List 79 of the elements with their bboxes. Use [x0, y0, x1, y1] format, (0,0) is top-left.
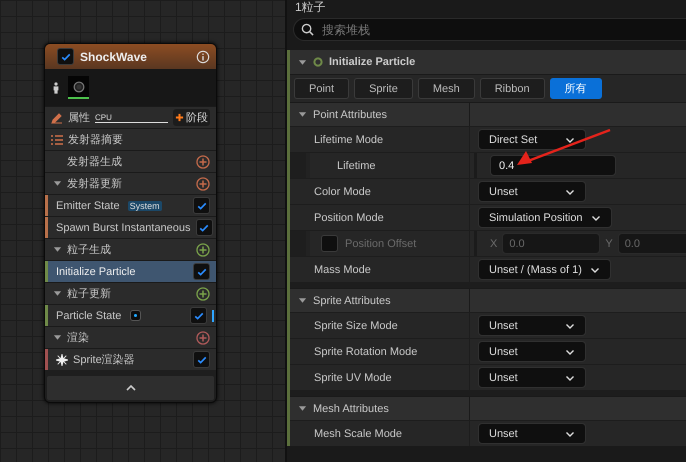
collapse-arrow-icon[interactable]	[53, 245, 62, 254]
mode-dropdown[interactable]: Direct Set	[478, 129, 586, 150]
sim-target-label: CPU	[95, 112, 168, 122]
collapse-arrow-icon[interactable]	[298, 296, 307, 305]
filter-tab[interactable]: Mesh	[418, 78, 475, 99]
checkbox[interactable]	[193, 263, 210, 280]
checkbox[interactable]	[196, 219, 213, 236]
section-title[interactable]: Point Attributes	[313, 108, 387, 120]
emitter-node[interactable]: ShockWave 属性 CPU 阶段 发射器摘要 发射器生成 发射器更新 Emitter State System Spawn Burst Instantaneous 粒子生成 Initialize Particle 粒子更新 Particle State 渲染 Sprite渲染器	[44, 43, 217, 403]
module-item[interactable]: Emitter State System	[45, 194, 216, 216]
mode-dropdown[interactable]: Unset / (Mass of 1)	[478, 259, 611, 280]
section-title[interactable]: Sprite Attributes	[313, 294, 391, 306]
property-label: Mass Mode	[314, 264, 371, 276]
collapse-arrow-icon[interactable]	[53, 289, 62, 298]
filter-tab[interactable]: Sprite	[354, 78, 413, 99]
add-icon[interactable]	[196, 154, 210, 168]
checkbox[interactable]	[190, 307, 207, 324]
filter-tab[interactable]: Ribbon	[480, 78, 545, 99]
add-icon[interactable]	[196, 286, 210, 300]
checkbox[interactable]	[193, 351, 210, 368]
checkbox[interactable]	[57, 48, 74, 65]
info-icon[interactable]	[196, 50, 210, 64]
chevron-up-icon	[126, 385, 136, 391]
module-label: Particle State	[56, 310, 122, 322]
collapse-arrow-icon[interactable]	[53, 179, 62, 188]
add-icon[interactable]	[196, 330, 210, 344]
checkbox[interactable]	[193, 197, 210, 214]
ring-icon	[313, 57, 323, 67]
add-stage-button[interactable]: 阶段	[173, 109, 210, 126]
property-label: Position Mode	[314, 212, 384, 224]
mode-dropdown[interactable]: Unset	[478, 315, 586, 336]
plus-icon	[175, 113, 184, 122]
module-item[interactable]: Spawn Burst Instantaneous	[45, 216, 216, 238]
panel-title: 1粒子	[294, 0, 327, 16]
axis-label: Y	[605, 238, 613, 250]
module-label: Emitter State	[56, 200, 120, 212]
pencil-icon	[51, 112, 63, 124]
property-label: Mesh Scale Mode	[314, 428, 402, 440]
filter-tab[interactable]: 所有	[550, 78, 602, 99]
add-icon[interactable]	[196, 242, 210, 256]
collapse-arrow-icon[interactable]	[53, 333, 62, 342]
collapse-arrow-icon[interactable]	[298, 110, 307, 119]
module-label: Spawn Burst Instantaneous	[56, 222, 191, 234]
mode-dropdown[interactable]: Simulation Position	[478, 207, 612, 228]
list-icon	[51, 134, 63, 144]
properties-label[interactable]: 属性	[68, 110, 90, 125]
search-icon	[301, 23, 314, 36]
person-icon[interactable]	[52, 80, 60, 94]
property-label: Sprite Rotation Mode	[314, 346, 418, 358]
module-item[interactable]: Sprite渲染器	[45, 348, 216, 370]
search-field[interactable]: 搜索堆栈	[293, 18, 686, 41]
property-label: Sprite UV Mode	[314, 372, 392, 384]
thumbnail[interactable]	[68, 76, 89, 99]
collapse-arrow-icon[interactable]	[298, 404, 307, 413]
node-title: ShockWave	[80, 50, 148, 64]
module-item[interactable]: Particle State	[45, 304, 216, 326]
module-label: Sprite渲染器	[73, 352, 136, 367]
property-label: Lifetime	[337, 160, 376, 172]
axis-label: X	[490, 238, 498, 250]
section-title[interactable]: Mesh Attributes	[313, 402, 389, 414]
property-label: Lifetime Mode	[314, 134, 384, 146]
property-label: Sprite Size Mode	[314, 320, 398, 332]
mode-dropdown[interactable]: Unset	[478, 341, 586, 362]
mode-dropdown[interactable]: Unset	[478, 367, 586, 388]
property-label: Position Offset	[345, 238, 416, 250]
checkbox[interactable]	[321, 235, 338, 252]
value-field[interactable]: 0.4	[490, 155, 616, 176]
property-label: Color Mode	[314, 186, 371, 198]
module-header[interactable]: Initialize Particle	[290, 50, 686, 74]
sparkle-icon	[56, 354, 68, 366]
mode-dropdown[interactable]: Unset	[478, 423, 586, 444]
system-tag: System	[128, 200, 162, 210]
add-icon[interactable]	[196, 176, 210, 190]
mode-dropdown[interactable]: Unset	[478, 181, 586, 202]
module-item[interactable]: Initialize Particle	[45, 260, 216, 282]
module-label: Initialize Particle	[56, 266, 136, 278]
collapse-arrow-icon[interactable]	[298, 58, 307, 66]
filter-tab[interactable]: Point	[294, 78, 350, 99]
module-title: Initialize Particle	[329, 56, 416, 68]
